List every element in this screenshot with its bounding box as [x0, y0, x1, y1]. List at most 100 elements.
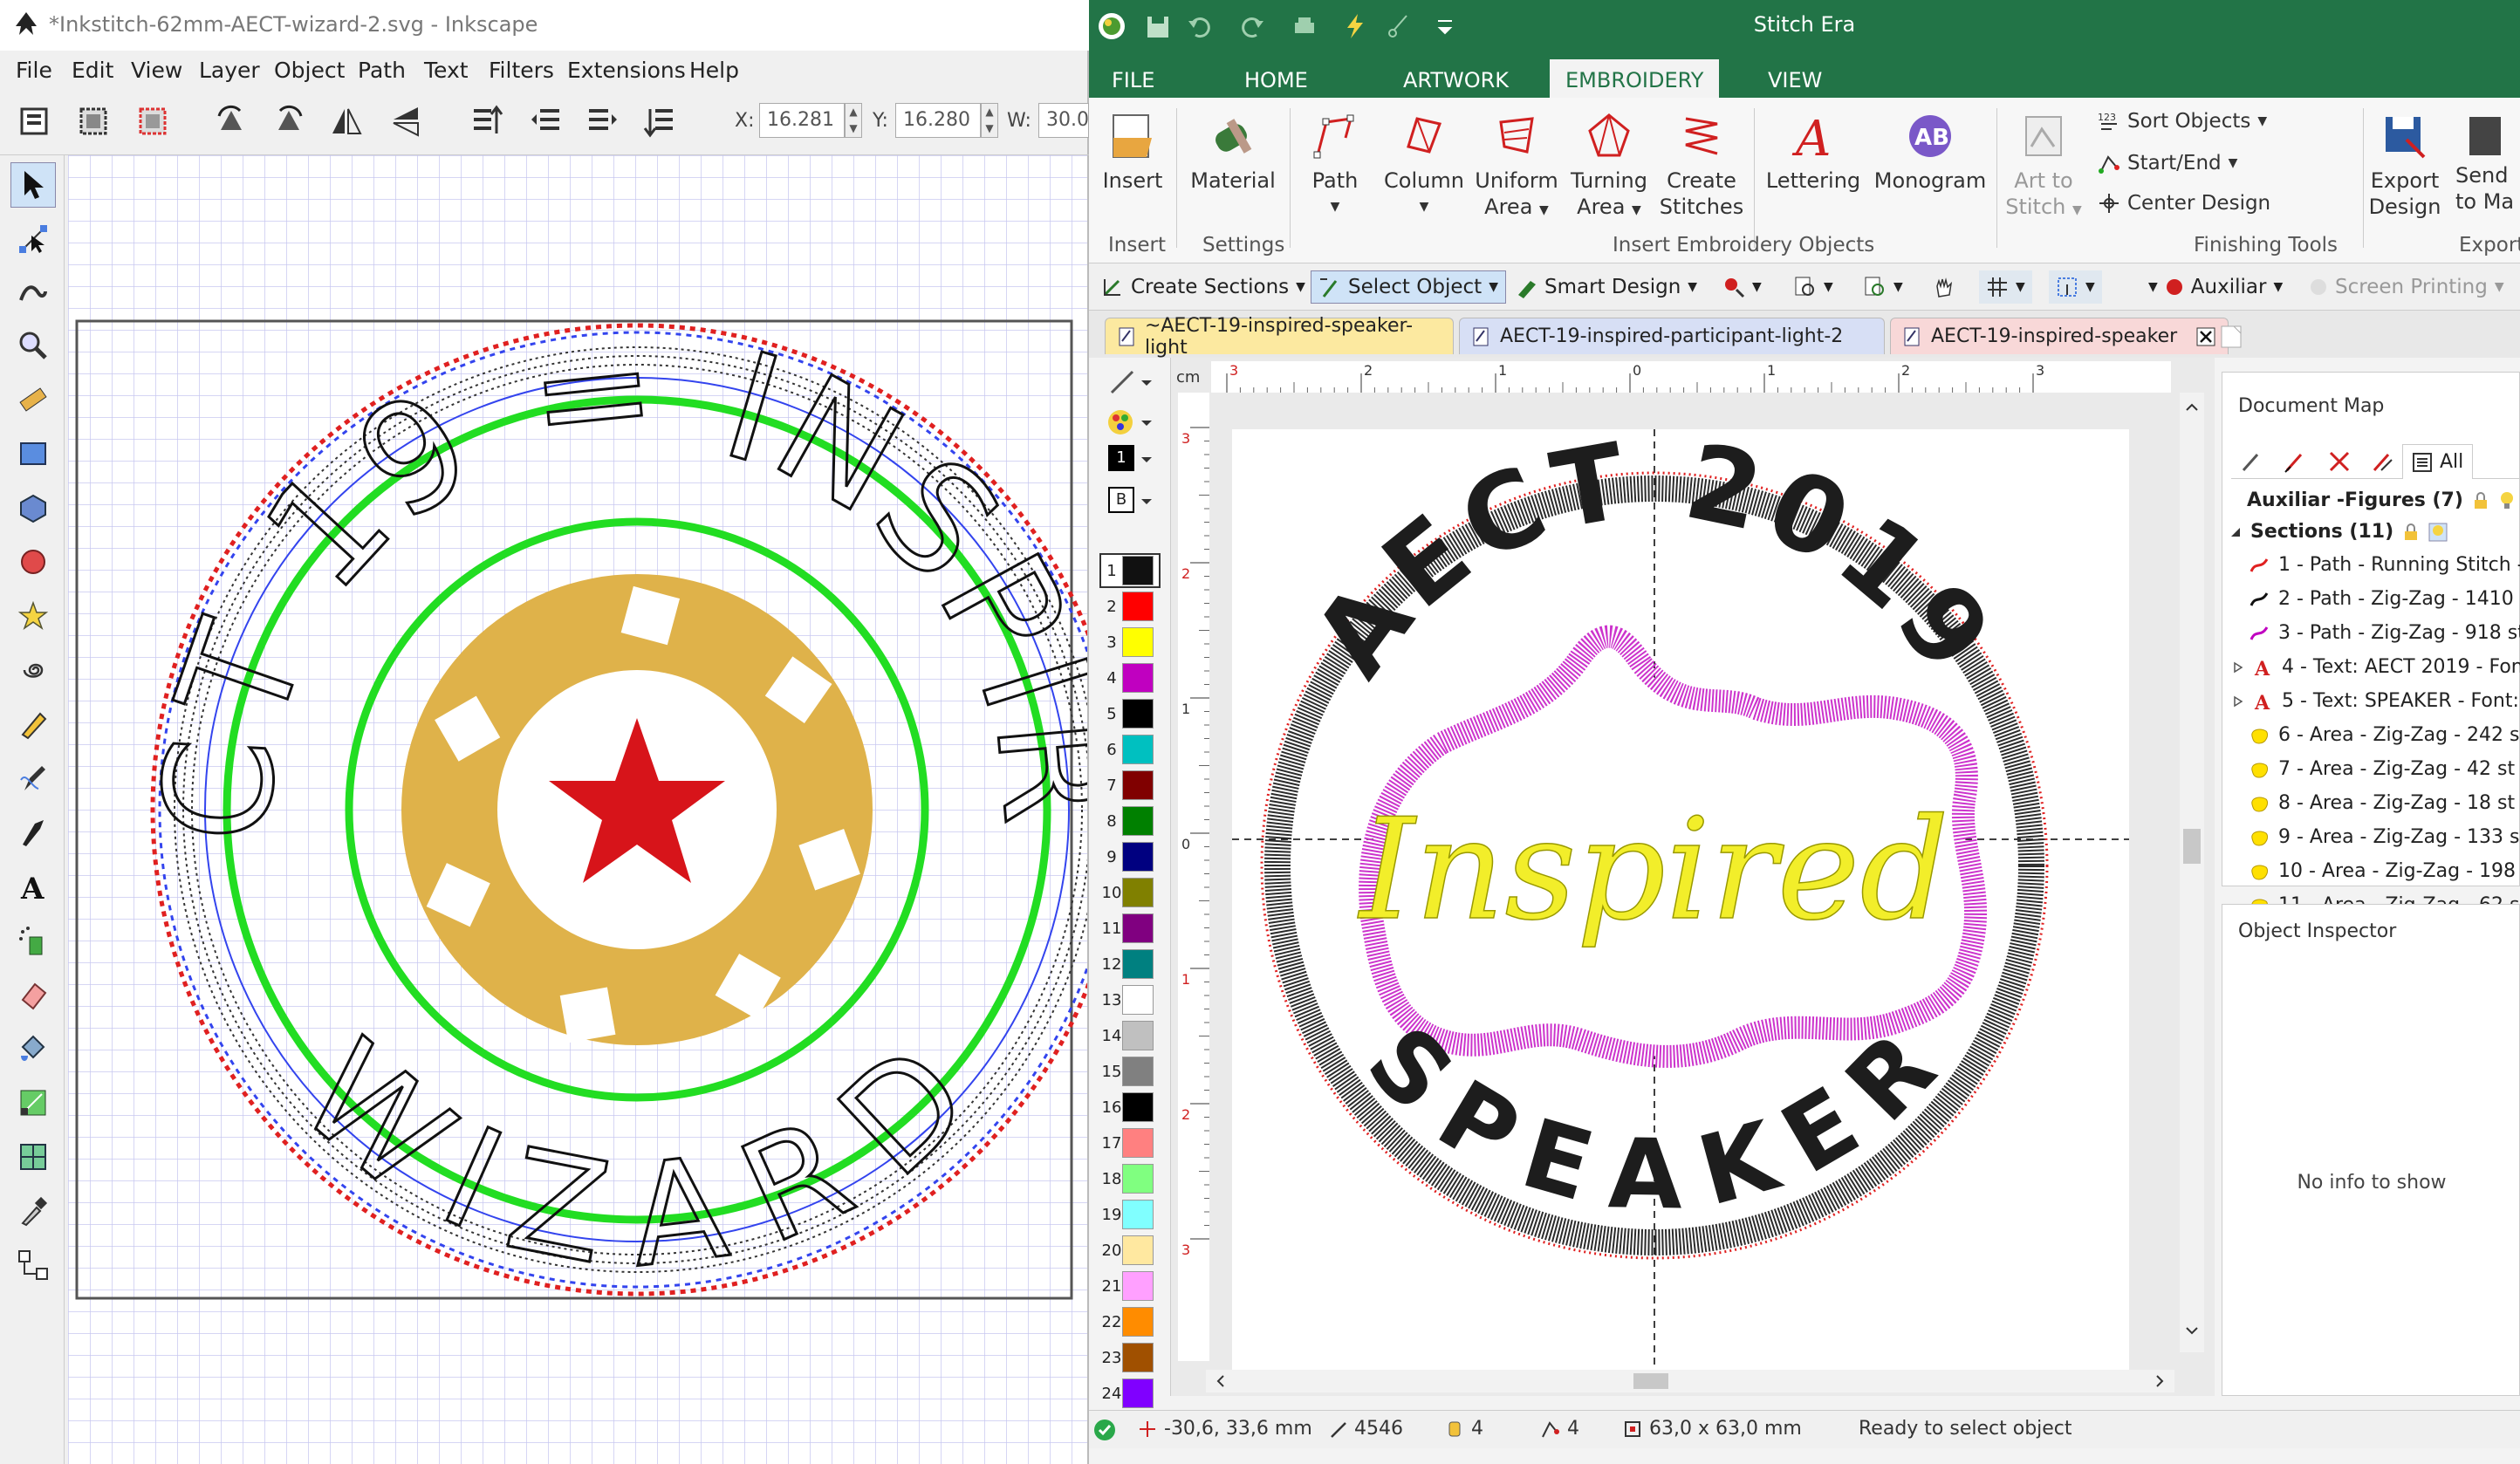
menu-edit[interactable]: Edit [72, 58, 113, 83]
section-item[interactable]: 3 - Path - Zig-Zag - 918 st [2249, 622, 2520, 644]
scroll-left-icon[interactable] [1211, 1372, 1229, 1390]
tab-home[interactable]: HOME [1229, 59, 1324, 98]
palette-color-12[interactable]: 12 [1101, 948, 1159, 980]
select-object-button[interactable]: Select Object ▼ [1311, 270, 1506, 304]
expand-icon[interactable] [2233, 661, 2243, 674]
deselect-icon[interactable] [131, 99, 175, 143]
turning-area-button[interactable]: Turning Area ▼ [1565, 110, 1653, 223]
pan-button[interactable] [1925, 270, 1962, 304]
auxiliar-button[interactable]: ▼ Auxiliar ▼ [2141, 270, 2290, 304]
star-tool-icon[interactable] [10, 593, 56, 639]
scroll-right-icon[interactable] [2152, 1372, 2169, 1390]
foreground-color-swatch[interactable]: 1 [1108, 445, 1134, 471]
palette-color-23[interactable]: 23 [1101, 1342, 1159, 1373]
dropper-tool-icon[interactable] [10, 1188, 56, 1234]
menu-extensions[interactable]: Extensions [567, 58, 686, 83]
sections-node[interactable]: Sections (11) [2229, 521, 2448, 543]
path-button[interactable]: Path ▼ [1298, 110, 1372, 220]
palette-color-6[interactable]: 6 [1101, 734, 1159, 765]
y-input[interactable]: 16.280 [895, 103, 981, 138]
smart-design-button[interactable]: Smart Design ▼ [1508, 270, 1704, 304]
doc-tab-participant-light-2[interactable]: AECT-19-inspired-participant-light-2 [1459, 318, 1885, 354]
new-tab-icon[interactable] [2218, 323, 2246, 351]
send-to-machine-button[interactable]: Send to Ma [2455, 110, 2520, 215]
flip-vertical-icon[interactable] [384, 99, 428, 143]
zoom-page-button[interactable]: ▼ [1857, 270, 1910, 304]
text-tool-icon[interactable]: A [10, 864, 56, 909]
palette-color-24[interactable]: 24 [1101, 1378, 1159, 1409]
menu-view[interactable]: View [131, 58, 182, 83]
calligraphy-tool-icon[interactable] [10, 810, 56, 855]
menu-text[interactable]: Text [424, 58, 469, 83]
export-design-button[interactable]: Export Design [2359, 110, 2450, 220]
section-item[interactable]: A 5 - Text: SPEAKER - Font: Arial - 643 s… [2233, 690, 2520, 712]
horizontal-scrollbar[interactable] [1206, 1370, 2174, 1392]
auxiliar-figures-node[interactable]: Auxiliar -Figures (7) [2247, 489, 2516, 511]
uniform-area-button[interactable]: Uniform Area ▼ [1473, 110, 1560, 223]
x-spinner[interactable]: ▲ ▼ [845, 103, 862, 138]
collapse-icon[interactable] [2229, 526, 2242, 538]
connector-tool-icon[interactable] [10, 1242, 56, 1288]
palette-color-22[interactable]: 22 [1101, 1306, 1159, 1337]
lower-to-bottom-icon[interactable] [639, 99, 682, 143]
tweak-tool-icon[interactable] [10, 269, 56, 314]
filter-scissors-icon[interactable] [2327, 449, 2352, 474]
section-item[interactable]: 1 - Path - Running Stitch - 155 st [2249, 554, 2520, 576]
eraser-tool-icon[interactable] [10, 972, 56, 1017]
tab-view[interactable]: VIEW [1752, 59, 1838, 98]
palette-color-5[interactable]: 5 [1101, 698, 1159, 729]
filter-path-icon[interactable] [2284, 449, 2308, 474]
scroll-up-icon[interactable] [2183, 398, 2201, 415]
palette-color-3[interactable]: 3 [1101, 626, 1159, 658]
palette-color-9[interactable]: 9 [1101, 841, 1159, 872]
section-item[interactable]: 2 - Path - Zig-Zag - 1410 st [2249, 588, 2520, 610]
lower-icon[interactable] [581, 99, 625, 143]
start-end-button[interactable]: Start/End ▼ [2098, 152, 2237, 174]
tab-artwork[interactable]: ARTWORK [1387, 59, 1524, 98]
zoom-button[interactable]: ▼ [1787, 270, 1840, 304]
lettering-button[interactable]: A Lettering [1761, 110, 1866, 194]
menu-object[interactable]: Object [274, 58, 345, 83]
palette-color-13[interactable]: 13 [1101, 984, 1159, 1016]
raise-icon[interactable] [524, 99, 567, 143]
tab-embroidery[interactable]: EMBROIDERY [1550, 59, 1720, 98]
rectangle-tool-icon[interactable] [10, 431, 56, 476]
screen-printing-button[interactable]: Screen Printing ▼ [2302, 270, 2511, 304]
insert-button[interactable]: Insert [1098, 110, 1168, 194]
dropdown-arrow-icon[interactable] [1138, 450, 1155, 468]
ellipse-tool-icon[interactable] [10, 539, 56, 585]
column-button[interactable]: Column ▼ [1380, 110, 1468, 220]
filter-edit-icon[interactable] [2240, 449, 2264, 474]
dropdown-arrow-icon[interactable] [1138, 492, 1155, 510]
menu-file[interactable]: File [16, 58, 52, 83]
menu-layer[interactable]: Layer [199, 58, 260, 83]
flip-horizontal-icon[interactable] [325, 99, 368, 143]
spiral-tool-icon[interactable] [10, 647, 56, 693]
material-button[interactable]: Material [1185, 110, 1281, 194]
hoop-canvas[interactable]: Inspired AECT 2019 SPEAKER [1232, 429, 2129, 1377]
palette-color-11[interactable]: 11 [1101, 913, 1159, 944]
section-item[interactable]: 10 - Area - Zig-Zag - 198 st [2249, 860, 2520, 882]
palette-color-1[interactable]: 1 [1099, 553, 1161, 588]
doc-tab-speaker[interactable]: AECT-19-inspired-speaker [1890, 318, 2229, 354]
section-item[interactable]: 7 - Area - Zig-Zag - 42 st [2249, 758, 2515, 780]
create-stitches-button[interactable]: Create Stitches [1658, 110, 1745, 220]
palette-color-14[interactable]: 14 [1101, 1020, 1159, 1051]
palette-color-15[interactable]: 15 [1101, 1056, 1159, 1087]
selector-tool-icon[interactable] [10, 162, 56, 208]
palette-color-8[interactable]: 8 [1101, 805, 1159, 837]
palette-color-10[interactable]: 10 [1101, 877, 1159, 908]
rotate-ccw-icon[interactable] [209, 99, 253, 143]
snap-button[interactable]: ▼ [2049, 270, 2102, 304]
art-to-stitch-button[interactable]: Art to Stitch ▼ [2003, 110, 2084, 223]
vertical-scroll-thumb[interactable] [2183, 829, 2201, 864]
node-tool-icon[interactable] [10, 216, 56, 262]
spray-tool-icon[interactable] [10, 918, 56, 963]
rotate-cw-icon[interactable] [267, 99, 311, 143]
zoom-tool-icon[interactable] [10, 323, 56, 368]
vertical-scrollbar[interactable] [2180, 393, 2204, 1352]
sort-objects-button[interactable]: 123 Sort Objects ▼ [2098, 110, 2267, 133]
x-input[interactable]: 16.281 [759, 103, 845, 138]
section-item[interactable]: 8 - Area - Zig-Zag - 18 st [2249, 792, 2515, 814]
w-input[interactable]: 30.00 [1038, 103, 1101, 138]
